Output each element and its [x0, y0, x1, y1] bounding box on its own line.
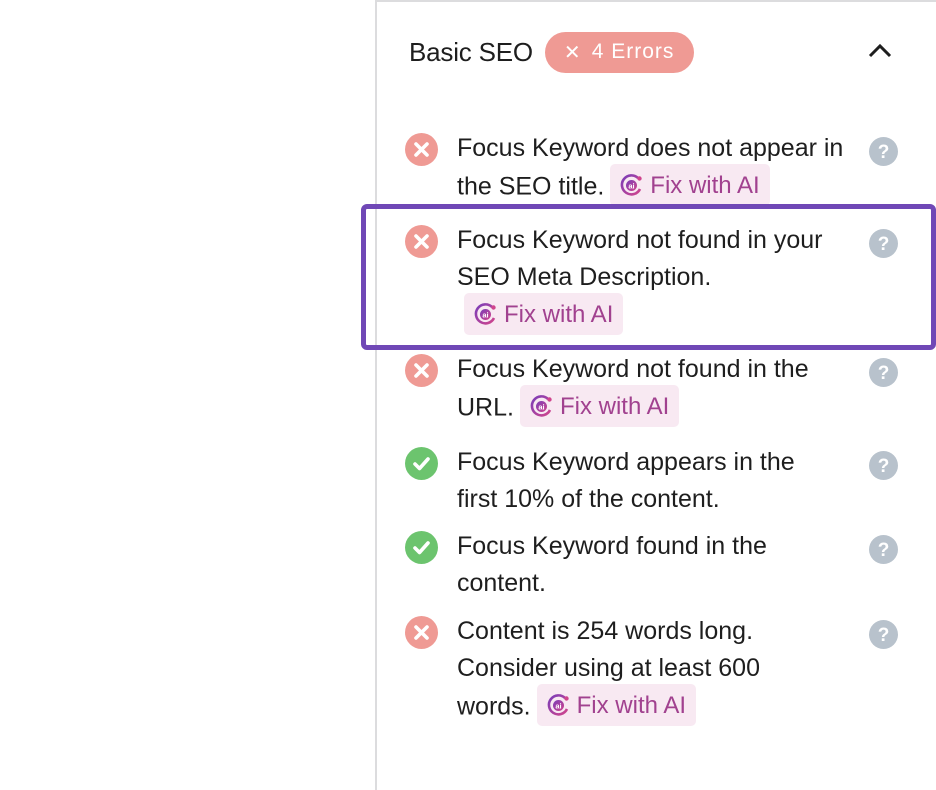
error-icon [405, 616, 438, 649]
check-text: Focus Keyword appears in the first 10% o… [457, 448, 795, 513]
fix-with-ai-label: Fix with AI [576, 691, 686, 719]
svg-text:ai: ai [538, 402, 544, 411]
error-icon [405, 225, 438, 258]
ai-icon: ai [620, 173, 642, 196]
error-icon [405, 133, 438, 166]
chevron-up-icon[interactable] [866, 38, 894, 64]
svg-text:?: ? [878, 625, 890, 646]
help-icon[interactable]: ? [869, 229, 898, 258]
ai-icon: ai [547, 693, 569, 716]
svg-text:?: ? [878, 363, 890, 384]
help-icon[interactable]: ? [869, 451, 898, 480]
ai-icon: ai [530, 394, 552, 417]
svg-text:?: ? [878, 142, 890, 163]
fix-with-ai-label: Fix with AI [559, 392, 670, 420]
help-icon[interactable]: ? [869, 620, 898, 649]
fix-with-ai-button[interactable]: ai Fix with AI [610, 164, 770, 206]
check-text: Focus Keyword found in the content. [457, 532, 767, 597]
help-icon[interactable]: ? [869, 535, 898, 564]
errors-badge: ✕ 4 Errors [544, 31, 695, 73]
fix-with-ai-label: Fix with AI [504, 300, 614, 328]
svg-text:ai: ai [629, 181, 635, 190]
help-icon[interactable]: ? [869, 137, 898, 166]
fix-with-ai-button[interactable]: ai Fix with AI [519, 385, 680, 427]
check-icon [405, 447, 438, 480]
check-icon [405, 531, 438, 564]
help-icon[interactable]: ? [869, 358, 898, 387]
ai-icon: ai [474, 302, 496, 325]
svg-text:?: ? [878, 456, 890, 477]
fix-with-ai-button[interactable]: ai Fix with AI [464, 293, 624, 335]
fix-with-ai-label: Fix with AI [650, 171, 760, 199]
section-header[interactable]: Basic SEO ✕ 4 Errors [409, 30, 695, 74]
x-icon: ✕ [563, 41, 582, 64]
svg-text:ai: ai [555, 701, 561, 710]
svg-text:?: ? [878, 540, 890, 561]
svg-text:?: ? [878, 234, 890, 255]
fix-with-ai-button[interactable]: ai Fix with AI [536, 684, 696, 726]
check-text: Focus Keyword not found in your SEO Meta… [457, 226, 823, 291]
svg-text:ai: ai [482, 310, 488, 319]
section-title: Basic SEO [409, 36, 533, 67]
error-icon [405, 354, 438, 387]
errors-badge-label: 4 Errors [591, 40, 675, 63]
